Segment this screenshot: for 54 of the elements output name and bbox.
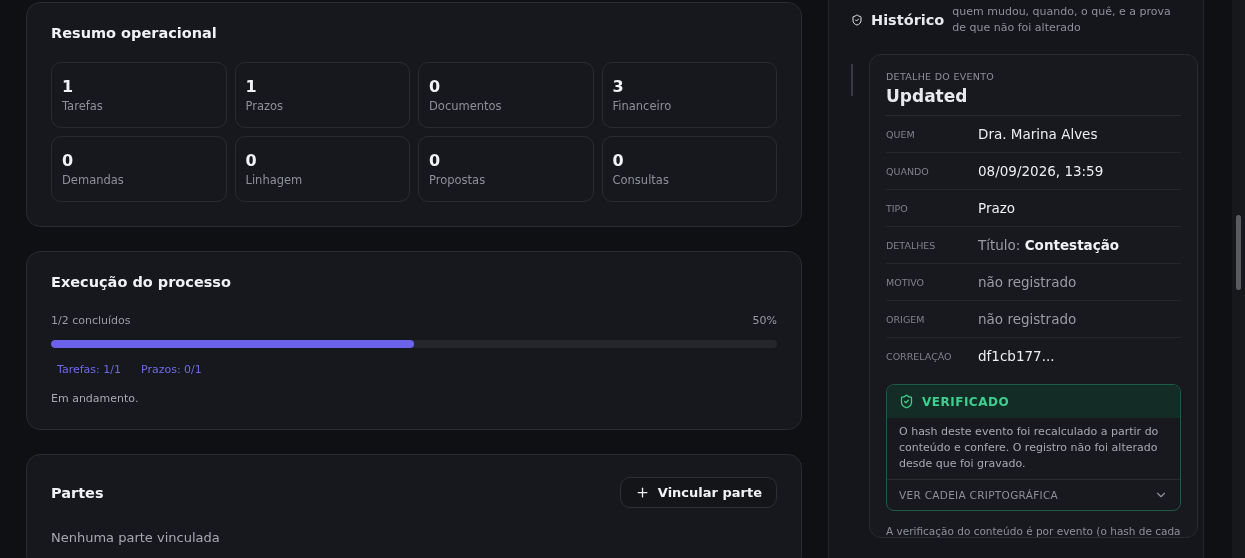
plus-icon <box>634 485 650 500</box>
stat-label: Linhagem <box>245 173 304 187</box>
field-value: não registrado <box>978 274 1077 290</box>
stat-value: 0 <box>62 151 75 170</box>
card-title: Execução do processo <box>51 274 232 290</box>
stat-value: 0 <box>429 151 442 170</box>
stat-label: Documentos <box>429 99 503 113</box>
stat-value: 0 <box>245 151 258 170</box>
verified-status: VERIFICADO <box>887 385 1180 418</box>
field-label: DETALHES <box>886 239 937 251</box>
card-title: Partes <box>51 484 104 501</box>
field-label: CORRELAÇÃO <box>886 350 953 362</box>
stat-value: 0 <box>429 77 442 96</box>
footnote-text: A verificação do conteúdo é por evento (o hash de cada <box>886 525 1181 537</box>
crypto-chain-toggle[interactable]: VER CADEIA CRIPTOGRÁFICA <box>887 479 1180 510</box>
field-label: QUEM <box>886 128 916 140</box>
field-value: 08/09/2026, 13:59 <box>978 163 1104 179</box>
field-label: TIPO <box>886 202 909 214</box>
stat-label: Consultas <box>612 173 670 187</box>
field-label: MOTIVO <box>886 276 926 288</box>
link-party-button[interactable]: Vincular parte <box>619 477 777 508</box>
verification-text: O hash deste evento foi recalculado a partir do conteúdo e confere. O registro não foi alterado desde que foi gravado. <box>898 424 1160 472</box>
progress-percent: 50% <box>752 314 777 327</box>
field-value: não registrado <box>978 311 1077 327</box>
stat-value: 0 <box>612 151 625 170</box>
timeline-rail <box>851 64 853 96</box>
event-title: Updated <box>886 86 1181 116</box>
shield-check-icon <box>899 394 914 409</box>
field-value: df1cb177... <box>978 348 1055 364</box>
stat-label: Prazos <box>245 99 285 113</box>
field-label: QUANDO <box>886 165 930 177</box>
stat-value: 1 <box>62 77 75 96</box>
status-text: Em andamento. <box>51 392 140 405</box>
stat-value: 3 <box>612 77 625 96</box>
card-title: Resumo operacional <box>51 25 218 41</box>
scrollbar[interactable] <box>1232 0 1245 558</box>
stat-label: Propostas <box>429 173 487 187</box>
progress-breakdown: Prazos: 0/1 <box>140 363 202 376</box>
scrollbar-thumb[interactable] <box>1236 215 1241 290</box>
empty-text: Nenhuma parte vinculada <box>51 530 221 545</box>
field-value: Título: Contestação <box>978 237 1120 253</box>
field-value: Prazo <box>978 200 1016 216</box>
progress-breakdown: Tarefas: 1/1 <box>57 363 121 376</box>
shield-icon <box>851 14 863 26</box>
history-title: Histórico <box>851 12 945 28</box>
field-label: ORIGEM <box>886 313 926 325</box>
progress-label: 1/2 concluídos <box>51 314 131 327</box>
stat-label: Tarefas <box>62 99 104 113</box>
history-subtitle: quem mudou, quando, o quê, e a prova de que não foi alterado <box>952 4 1172 36</box>
stat-label: Financeiro <box>612 99 673 113</box>
field-value: Dra. Marina Alves <box>978 126 1098 142</box>
stat-value: 1 <box>245 77 258 96</box>
event-eyebrow: DETALHE DO EVENTO <box>886 71 996 82</box>
stat-label: Demandas <box>62 173 125 187</box>
